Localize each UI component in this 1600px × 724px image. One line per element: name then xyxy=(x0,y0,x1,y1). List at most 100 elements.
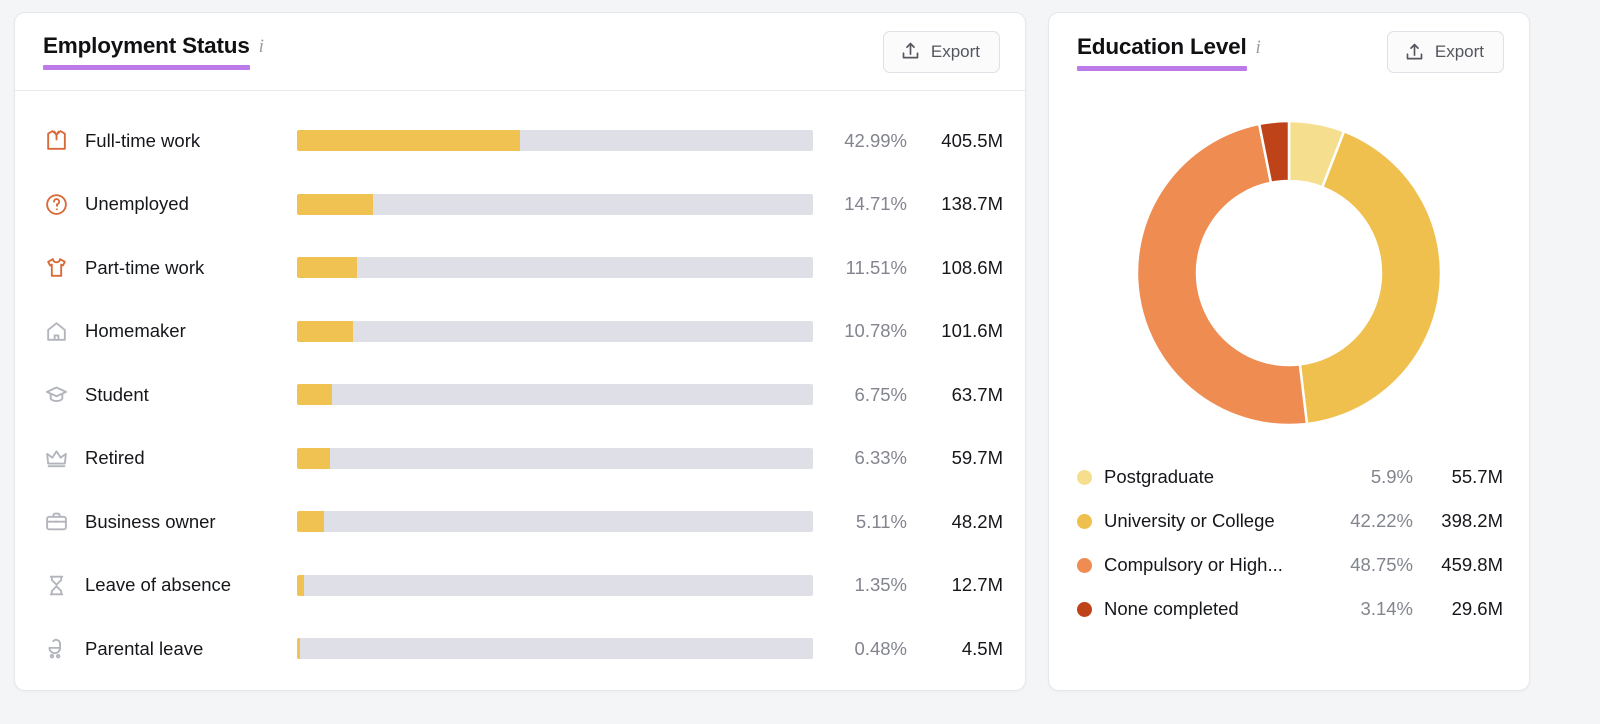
employment-panel-header: Employment Status i Export xyxy=(15,13,1025,91)
progress-bar-track xyxy=(297,575,813,596)
row-label: Retired xyxy=(85,447,297,469)
progress-bar-track xyxy=(297,511,813,532)
row-label: Full-time work xyxy=(85,130,297,152)
progress-bar-fill xyxy=(297,575,304,596)
legend-absolute: 398.2M xyxy=(1421,510,1503,532)
stroller-icon xyxy=(43,636,69,662)
export-button-label: Export xyxy=(931,42,980,62)
table-row[interactable]: Unemployed 14.71%138.7M xyxy=(15,173,1025,237)
row-absolute: 101.6M xyxy=(913,320,1003,342)
table-row[interactable]: Part-time work11.51%108.6M xyxy=(15,236,1025,300)
employment-title-box: Employment Status xyxy=(43,33,250,70)
table-row[interactable]: Homemaker 10.78%101.6M xyxy=(15,300,1025,364)
employment-bar-list: Full-time work42.99%405.5M Unemployed 14.7… xyxy=(15,91,1025,681)
progress-bar-fill xyxy=(297,448,330,469)
education-donut-chart xyxy=(1049,91,1529,433)
list-item[interactable]: Postgraduate5.9%55.7M xyxy=(1077,455,1503,499)
title-underline xyxy=(43,65,250,70)
progress-bar-fill xyxy=(297,511,324,532)
row-percent: 11.51% xyxy=(813,257,913,279)
row-label: Leave of absence xyxy=(85,574,297,596)
legend-label: None completed xyxy=(1104,598,1329,620)
table-row[interactable]: Full-time work42.99%405.5M xyxy=(15,109,1025,173)
table-row[interactable]: Student 6.75%63.7M xyxy=(15,363,1025,427)
crown-icon xyxy=(43,445,69,471)
row-label: Parental leave xyxy=(85,638,297,660)
export-button-education[interactable]: Export xyxy=(1387,31,1504,73)
page-title: Employment Status xyxy=(43,33,250,59)
hourglass-icon xyxy=(43,572,69,598)
briefcase-icon xyxy=(43,509,69,535)
row-absolute: 48.2M xyxy=(913,511,1003,533)
employment-status-panel: Employment Status i Export Full-time wor… xyxy=(14,12,1026,691)
house-icon xyxy=(43,318,69,344)
progress-bar-track xyxy=(297,257,813,278)
progress-bar-track xyxy=(297,321,813,342)
education-title-underline xyxy=(1077,66,1247,71)
list-item[interactable]: None completed3.14%29.6M xyxy=(1077,587,1503,631)
row-absolute: 405.5M xyxy=(913,130,1003,152)
row-percent: 6.33% xyxy=(813,447,913,469)
graduation-cap-icon xyxy=(43,382,69,408)
legend-absolute: 29.6M xyxy=(1421,598,1503,620)
row-label: Student xyxy=(85,384,297,406)
education-title-wrap: Education Level i xyxy=(1077,34,1261,71)
row-label: Unemployed xyxy=(85,193,297,215)
row-label: Homemaker xyxy=(85,320,297,342)
progress-bar-fill xyxy=(297,638,300,659)
education-panel-header: Education Level i Export xyxy=(1049,13,1529,91)
progress-bar-track xyxy=(297,194,813,215)
education-level-panel: Education Level i Export Postgraduate5.9… xyxy=(1048,12,1530,691)
progress-bar-fill xyxy=(297,194,373,215)
legend-label: University or College xyxy=(1104,510,1329,532)
progress-bar-fill xyxy=(297,257,357,278)
legend-label: Compulsory or High... xyxy=(1104,554,1329,576)
info-icon[interactable]: i xyxy=(1256,36,1261,60)
legend-color-swatch xyxy=(1077,514,1092,529)
row-absolute: 63.7M xyxy=(913,384,1003,406)
row-absolute: 108.6M xyxy=(913,257,1003,279)
row-absolute: 4.5M xyxy=(913,638,1003,660)
row-percent: 14.71% xyxy=(813,193,913,215)
row-percent: 6.75% xyxy=(813,384,913,406)
education-page-title: Education Level xyxy=(1077,34,1247,60)
row-percent: 0.48% xyxy=(813,638,913,660)
question-circle-icon xyxy=(43,191,69,217)
row-absolute: 138.7M xyxy=(913,193,1003,215)
education-title-box: Education Level xyxy=(1077,34,1247,71)
progress-bar-track xyxy=(297,638,813,659)
progress-bar-fill xyxy=(297,130,520,151)
progress-bar-track xyxy=(297,448,813,469)
info-icon[interactable]: i xyxy=(259,35,264,59)
legend-percent: 5.9% xyxy=(1329,466,1421,488)
export-button-label: Export xyxy=(1435,42,1484,62)
export-button-employment[interactable]: Export xyxy=(883,31,1000,73)
row-absolute: 59.7M xyxy=(913,447,1003,469)
table-row[interactable]: Business owner 5.11%48.2M xyxy=(15,490,1025,554)
progress-bar-track xyxy=(297,384,813,405)
row-percent: 1.35% xyxy=(813,574,913,596)
tshirt-icon xyxy=(43,255,69,281)
table-row[interactable]: Parental leave 0.48%4.5M xyxy=(15,617,1025,681)
education-legend: Postgraduate5.9%55.7MUniversity or Colle… xyxy=(1049,433,1529,631)
upload-icon xyxy=(900,41,921,62)
legend-percent: 3.14% xyxy=(1329,598,1421,620)
legend-label: Postgraduate xyxy=(1104,466,1329,488)
row-percent: 10.78% xyxy=(813,320,913,342)
list-item[interactable]: University or College42.22%398.2M xyxy=(1077,499,1503,543)
table-row[interactable]: Leave of absence 1.35%12.7M xyxy=(15,554,1025,618)
progress-bar-track xyxy=(297,130,813,151)
legend-absolute: 55.7M xyxy=(1421,466,1503,488)
upload-icon xyxy=(1404,42,1425,63)
row-label: Business owner xyxy=(85,511,297,533)
progress-bar-fill xyxy=(297,384,332,405)
row-absolute: 12.7M xyxy=(913,574,1003,596)
list-item[interactable]: Compulsory or High...48.75%459.8M xyxy=(1077,543,1503,587)
legend-color-swatch xyxy=(1077,558,1092,573)
legend-color-swatch xyxy=(1077,602,1092,617)
table-row[interactable]: Retired 6.33%59.7M xyxy=(15,427,1025,491)
legend-percent: 42.22% xyxy=(1329,510,1421,532)
row-percent: 5.11% xyxy=(813,511,913,533)
progress-bar-fill xyxy=(297,321,353,342)
employment-title-wrap: Employment Status i xyxy=(43,33,264,70)
